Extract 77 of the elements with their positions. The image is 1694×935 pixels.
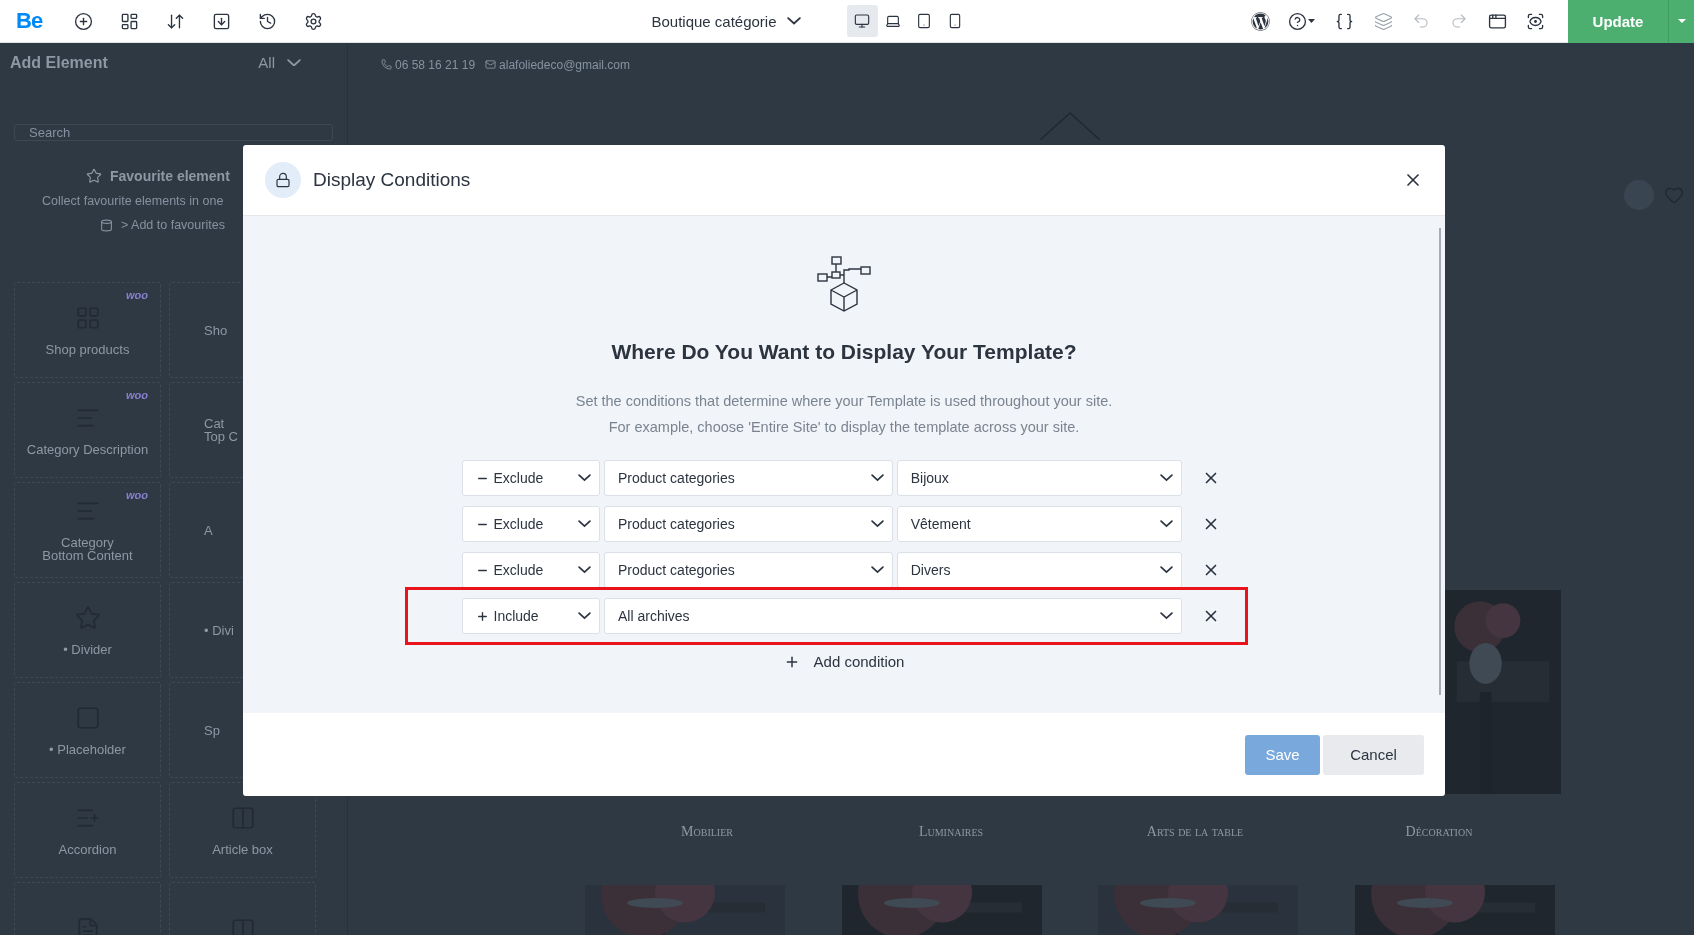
chevron-icon [1159,566,1173,574]
lock-icon [275,172,291,188]
category-title[interactable]: Arts de la table [1073,824,1317,840]
cancel-button[interactable]: Cancel [1323,734,1424,775]
element-label: • Divider [63,642,112,656]
chevron-icon [577,520,591,528]
woo-label: woo [126,389,148,401]
element-label: Sho [204,323,228,337]
help-icon [1287,11,1307,31]
element-label: Category Description [26,442,149,456]
mode-select[interactable]: Exclude [461,506,600,542]
category-title[interactable]: Mobilier [585,824,829,840]
filter-dropdown[interactable]: All [252,53,307,72]
chevron-icon [1159,474,1173,482]
chevron-icon [786,17,801,25]
element-card[interactable]: • Divider [14,582,161,678]
box-network-drawing [817,256,871,312]
chevron-icon [870,520,884,528]
category-title[interactable]: Luminaires [829,824,1073,840]
element-card[interactable]: woo Category Description [14,382,161,478]
mode-select[interactable]: Exclude [461,460,600,496]
element-label: Category Bottom Content [42,536,133,562]
mode-select[interactable]: Exclude [461,552,600,588]
mail-icon [485,59,497,71]
save-button[interactable]: Save [1245,734,1320,775]
condition-select[interactable]: All archives [604,598,1182,634]
email-link[interactable]: alafoliedeco@gmail.com [499,57,630,72]
element-label: • Divi [204,623,234,637]
plus-icon [475,609,489,623]
condition-select[interactable]: Product categories [603,506,893,542]
star-icon [86,168,102,184]
add-condition-button[interactable]: Add condition [777,652,911,671]
dialog-heading: Where Do You Want to Display Your Template? [611,340,1077,364]
chevron-icon [1159,520,1173,528]
value-select[interactable]: Bijoux [896,460,1182,496]
element-label: Sp [204,723,220,737]
element-label: A [204,523,213,537]
search-field[interactable]: Search [14,124,333,141]
element-label: Cat Top C [204,417,238,443]
panel-title: Add Element [10,53,108,72]
condition-select[interactable]: Product categories [603,460,893,496]
logo[interactable]: Be [0,8,60,34]
category-title[interactable]: Décoration [1317,824,1561,840]
element-card[interactable]: woo Category Bottom Content [14,482,161,578]
value-select[interactable]: Vêtement [896,506,1182,542]
chevron-icon [870,566,884,574]
description-text: For example, choose 'Entire Site' to display the template across your site. [608,418,1080,437]
description-text: Set the conditions that determine where your Template is used throughout your site. [575,392,1113,411]
value-select[interactable]: Divers [896,552,1182,588]
chevron-icon [287,58,301,67]
chevron-icon [870,474,884,482]
template-dropdown[interactable]: Boutique catégorie [645,11,807,31]
element-label: Shop products [45,342,130,356]
favourites-description: Collect favourite elements in one [42,194,224,208]
woo-label: woo [126,289,148,301]
dialog-title: Display Conditions [313,169,472,191]
element-card[interactable]: • Placeholder [14,682,161,778]
chevron-icon [1159,612,1173,620]
mode-select[interactable]: Include [461,598,600,634]
favourites-title: Favourite element [110,168,230,184]
condition-select[interactable]: Product categories [603,552,893,588]
caret-icon [1306,18,1317,24]
favourites-hint: > Add to favourites [121,218,225,232]
element-card[interactable]: woo Shop products [14,282,161,378]
woo-label: woo [126,489,148,501]
chevron-icon [578,612,591,620]
element-label: Accordion [58,842,117,856]
element-card[interactable]: Accordion [14,782,161,878]
phone-icon [381,59,392,71]
element-label: • Placeholder [49,742,126,756]
chevron-icon [577,474,591,482]
element-label: Article box [212,842,273,856]
caret-icon [1676,18,1687,24]
desktop-icon[interactable] [846,5,878,37]
update-button[interactable]: Update [1568,0,1668,43]
chevron-icon [577,566,591,574]
phone-number: 06 58 16 21 19 [395,57,476,72]
